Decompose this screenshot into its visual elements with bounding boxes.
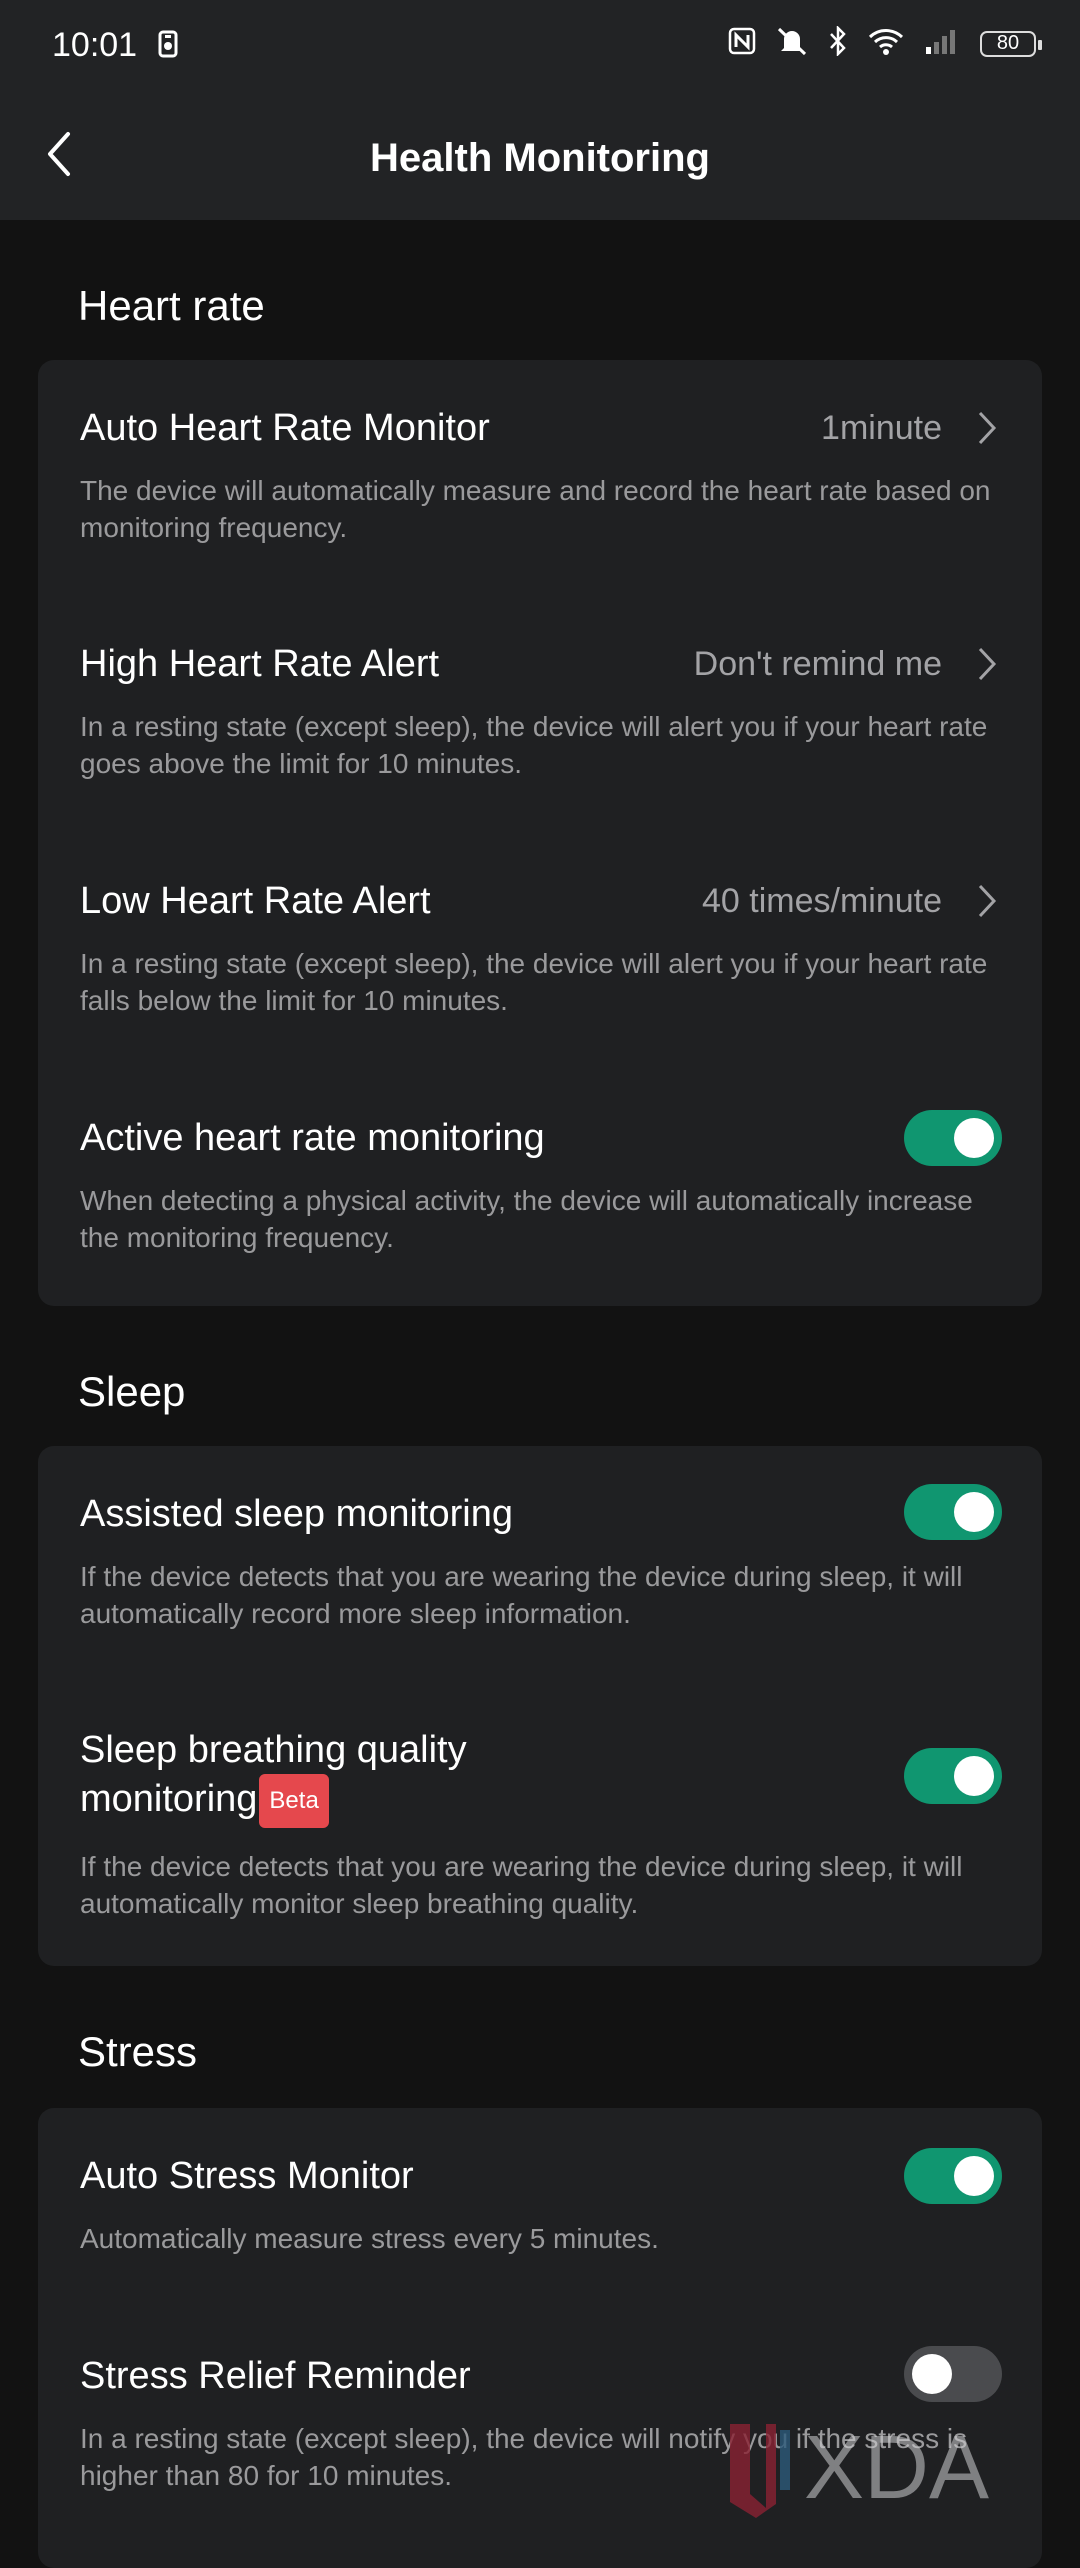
assisted-sleep-label: Assisted sleep monitoring [80, 1493, 513, 1535]
chevron-right-icon [978, 884, 997, 918]
section-title-sleep: Sleep [78, 1368, 186, 1415]
heart-rate-card: Auto Heart Rate Monitor 1minute The devi… [38, 360, 1042, 1306]
beta-badge: Beta [259, 1774, 329, 1828]
auto-heart-rate-value: 1minute [821, 409, 942, 447]
sleep-breathing-toggle[interactable] [904, 1748, 1002, 1804]
assisted-sleep-desc: If the device detects that you are weari… [80, 1561, 963, 1629]
stress-relief-toggle[interactable] [904, 2346, 1002, 2402]
chevron-right-icon [978, 411, 997, 445]
status-time: 10:01 [52, 26, 138, 64]
status-icons: 80 [728, 24, 1042, 61]
auto-stress-row: Auto Stress Monitor Automatically measur… [80, 2148, 1002, 2257]
assisted-sleep-row: Assisted sleep monitoring If the device … [80, 1484, 1002, 1632]
high-heart-rate-row[interactable]: High Heart Rate Alert Don't remind me In… [80, 640, 1002, 782]
sleep-breathing-label: Sleep breathing quality monitoring Beta [80, 1726, 1002, 1828]
active-heart-rate-row: Active heart rate monitoring When detect… [80, 1110, 1002, 1256]
active-heart-rate-desc: When detecting a physical activity, the … [80, 1185, 973, 1253]
high-heart-rate-desc: In a resting state (except sleep), the d… [80, 711, 988, 779]
sleep-card: Assisted sleep monitoring If the device … [38, 1446, 1042, 1966]
sleep-breathing-row: Sleep breathing quality monitoring Beta I… [80, 1726, 1002, 1922]
low-heart-rate-row[interactable]: Low Heart Rate Alert 40 times/minute In … [80, 877, 1002, 1019]
low-heart-rate-desc: In a resting state (except sleep), the d… [80, 948, 988, 1016]
active-heart-rate-toggle[interactable] [904, 1110, 1002, 1166]
auto-stress-toggle[interactable] [904, 2148, 1002, 2204]
notification-icon [158, 30, 178, 63]
high-heart-rate-value: Don't remind me [693, 645, 942, 683]
chevron-right-icon [978, 647, 997, 681]
active-heart-rate-label: Active heart rate monitoring [80, 1117, 545, 1159]
status-bar: 10:01 80 [0, 0, 1080, 92]
signal-icon [924, 27, 960, 60]
nfc-icon [728, 27, 756, 60]
section-title-stress: Stress [78, 2028, 198, 2075]
toggle-knob [954, 2156, 994, 2196]
low-heart-rate-value: 40 times/minute [702, 882, 942, 920]
auto-stress-label: Auto Stress Monitor [80, 2155, 414, 2197]
page-title: Health Monitoring [370, 136, 710, 180]
auto-stress-desc: Automatically measure stress every 5 min… [80, 2223, 659, 2254]
sleep-breathing-label-line1: Sleep breathing quality [80, 1729, 467, 1771]
toggle-knob [912, 2354, 952, 2394]
assisted-sleep-toggle[interactable] [904, 1484, 1002, 1540]
mute-icon [776, 26, 808, 61]
xda-watermark: XDA [720, 2410, 1080, 2520]
bluetooth-icon [828, 24, 848, 61]
section-title-heart-rate: Heart rate [78, 282, 265, 329]
toggle-knob [954, 1118, 994, 1158]
battery-icon: 80 [980, 30, 1042, 57]
sleep-breathing-label-line2: monitoring [80, 1778, 258, 1821]
app-header: Health Monitoring [0, 92, 1080, 220]
auto-heart-rate-row[interactable]: Auto Heart Rate Monitor 1minute The devi… [80, 404, 1002, 546]
toggle-knob [954, 1492, 994, 1532]
auto-heart-rate-desc: The device will automatically measure an… [80, 475, 991, 543]
wifi-icon [868, 27, 904, 60]
sleep-breathing-desc: If the device detects that you are weari… [80, 1851, 963, 1919]
stress-relief-label: Stress Relief Reminder [80, 2355, 471, 2397]
xda-watermark-text: XDA [804, 2418, 989, 2518]
toggle-knob [954, 1756, 994, 1796]
